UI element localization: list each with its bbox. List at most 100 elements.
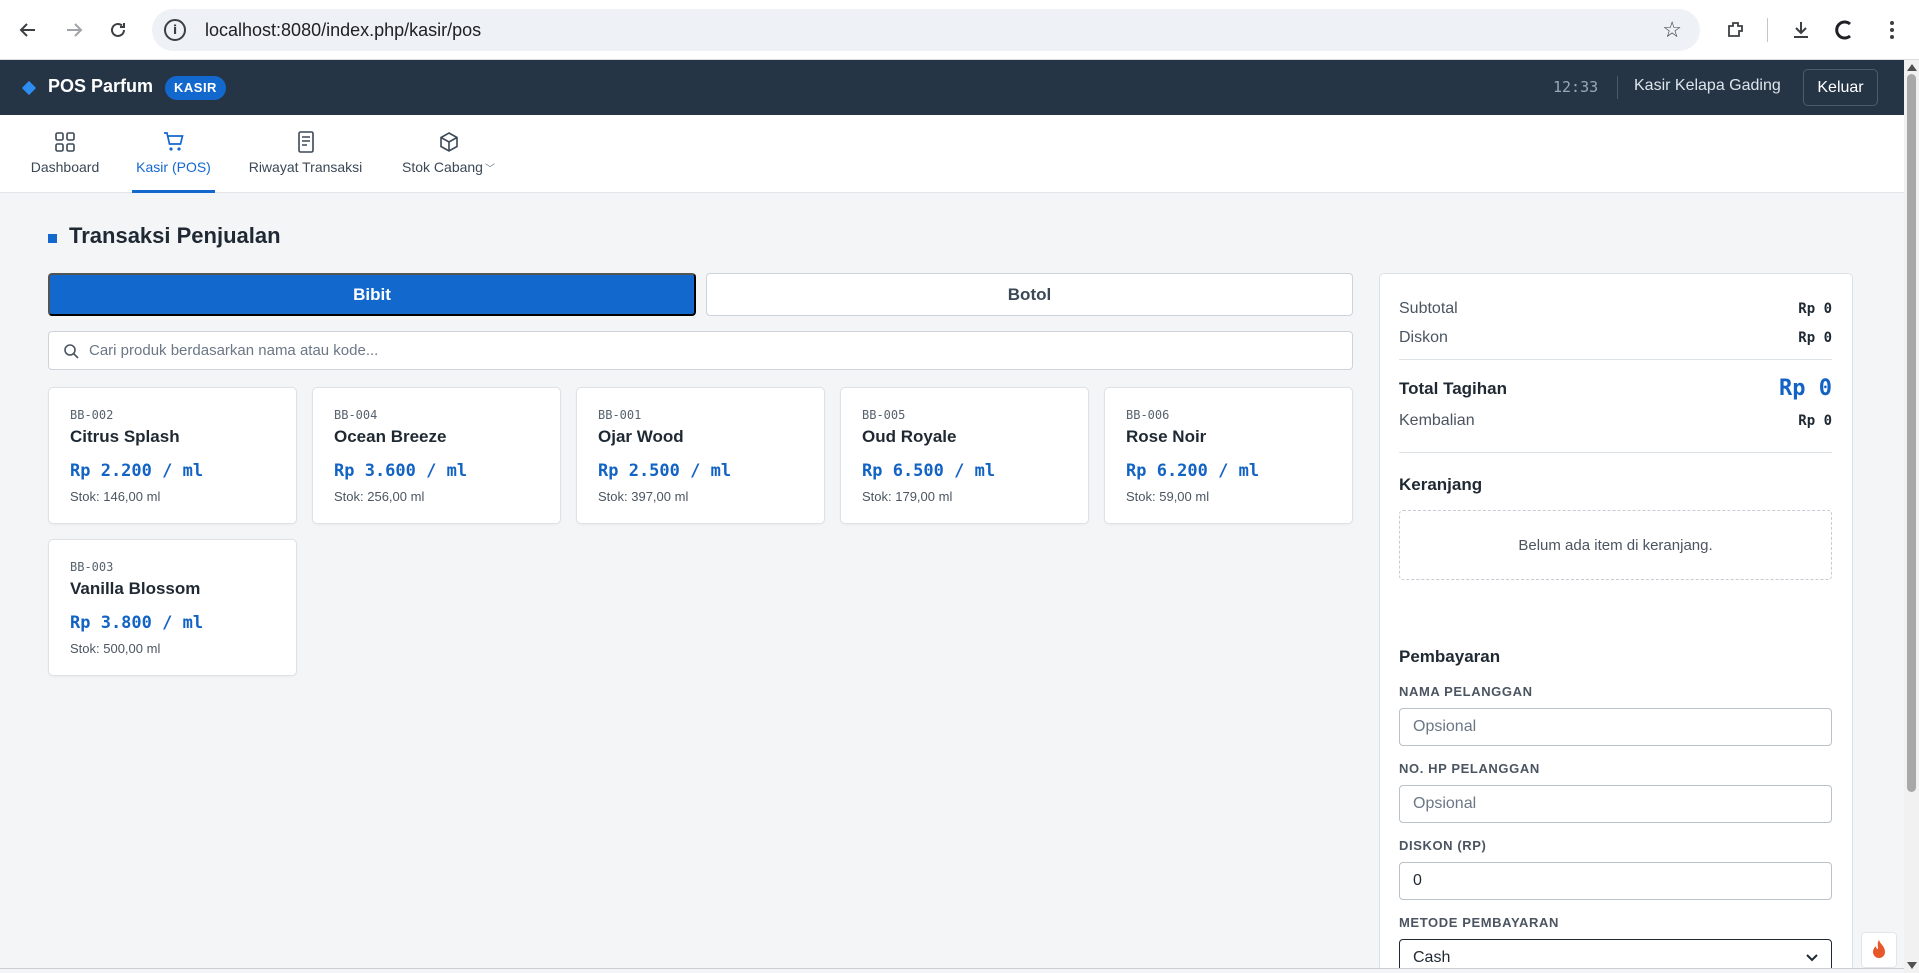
product-name: Vanilla Blossom (70, 579, 201, 598)
change-value: Rp 0 (1798, 413, 1832, 429)
tab-label-wrap: Stok Cabang ﹀ (402, 159, 495, 175)
total-label: Total Tagihan (1399, 378, 1507, 398)
product-card[interactable]: BB-001 Ojar Wood Rp 2.500 / ml Stok: 397… (576, 387, 825, 524)
tab-label: Kasir (POS) (136, 159, 211, 175)
address-bar[interactable]: i localhost:8080/index.php/kasir/pos ☆ (152, 9, 1700, 51)
product-code: BB-005 (862, 408, 906, 422)
product-name: Ocean Breeze (334, 427, 447, 446)
product-code: BB-004 (334, 408, 378, 422)
payment-method-label: METODE PEMBAYARAN (1399, 915, 1559, 930)
discount-value: Rp 0 (1798, 330, 1832, 346)
receipt-icon (297, 130, 315, 154)
payment-title: Pembayaran (1399, 647, 1501, 666)
box-icon (438, 130, 460, 154)
product-card[interactable]: BB-004 Ocean Breeze Rp 3.600 / ml Stok: … (312, 387, 561, 524)
product-stock: Stok: 256,00 ml (334, 489, 425, 504)
logout-button[interactable]: Keluar (1803, 69, 1878, 106)
product-card[interactable]: BB-006 Rose Noir Rp 6.200 / ml Stok: 59,… (1104, 387, 1353, 524)
toolbar-separator (1767, 18, 1768, 42)
cart-title: Keranjang (1399, 475, 1483, 494)
tab-stok-cabang[interactable]: Stok Cabang ﹀ (399, 115, 498, 193)
product-price: Rp 3.800 / ml (70, 613, 204, 633)
cart-divider (1399, 452, 1832, 453)
page-scrollbar[interactable] (1904, 60, 1919, 973)
extensions-icon[interactable] (1718, 12, 1754, 48)
botol-tab-button[interactable]: Botol (706, 273, 1353, 316)
bibit-tab-button[interactable]: Bibit (48, 273, 696, 316)
browser-menu-icon[interactable] (1874, 12, 1910, 48)
product-stock: Stok: 500,00 ml (70, 641, 161, 656)
product-card[interactable]: BB-003 Vanilla Blossom Rp 3.800 / ml Sto… (48, 539, 297, 676)
customer-phone-field[interactable] (1399, 785, 1832, 823)
tab-label: Riwayat Transaksi (248, 159, 363, 175)
product-stock: Stok: 146,00 ml (70, 489, 161, 504)
subtotal-value: Rp 0 (1798, 301, 1832, 317)
bookmark-star-icon[interactable]: ☆ (1662, 17, 1682, 43)
change-row: Kembalian Rp 0 (1399, 412, 1832, 430)
grid-icon (54, 130, 76, 154)
product-price: Rp 2.500 / ml (598, 461, 732, 481)
product-card[interactable]: BB-005 Oud Royale Rp 6.500 / ml Stok: 17… (840, 387, 1089, 524)
flame-icon[interactable] (1861, 932, 1897, 968)
reload-icon[interactable] (100, 12, 136, 48)
browser-toolbar: i localhost:8080/index.php/kasir/pos ☆ (0, 0, 1919, 60)
customer-name-label: NAMA PELANGGAN (1399, 684, 1533, 699)
product-price: Rp 2.200 / ml (70, 461, 204, 481)
scroll-down-icon[interactable] (1907, 962, 1917, 969)
bottom-edge (0, 968, 1904, 973)
summary-divider (1399, 359, 1832, 360)
discount-label: Diskon (1399, 329, 1448, 346)
brand-title[interactable]: POS Parfum (48, 76, 153, 97)
site-info-icon[interactable]: i (164, 19, 186, 41)
clock: 12:33 (1553, 78, 1599, 96)
product-name: Oud Royale (862, 427, 957, 446)
scroll-up-icon[interactable] (1907, 64, 1917, 71)
product-name: Citrus Splash (70, 427, 180, 446)
tab-dashboard[interactable]: Dashboard (29, 115, 101, 193)
product-stock: Stok: 179,00 ml (862, 489, 953, 504)
cart-empty-state: Belum ada item di keranjang. (1399, 510, 1832, 580)
chevron-down-icon (1806, 949, 1818, 967)
product-name: Ojar Wood (598, 427, 684, 446)
tab-kasir-pos[interactable]: Kasir (POS) (132, 115, 215, 193)
search-input[interactable] (89, 342, 1289, 359)
discount-row: Diskon Rp 0 (1399, 329, 1832, 347)
tab-riwayat-transaksi[interactable]: Riwayat Transaksi (246, 115, 365, 193)
total-row: Total Tagihan Rp 0 (1399, 376, 1832, 401)
product-price: Rp 3.600 / ml (334, 461, 468, 481)
role-badge: KASIR (165, 76, 226, 100)
scroll-thumb[interactable] (1907, 74, 1916, 792)
app-header: POS Parfum KASIR 12:33 Kasir Kelapa Gadi… (0, 60, 1904, 115)
checkout-panel: Subtotal Rp 0 Diskon Rp 0 Total Tagihan … (1379, 273, 1853, 973)
chevron-down-icon: ﹀ (484, 164, 495, 175)
product-search (48, 331, 1353, 370)
back-icon[interactable] (10, 12, 46, 48)
tab-label: Stok Cabang (402, 159, 483, 175)
profile-icon[interactable] (1827, 12, 1863, 48)
branch-name: Kasir Kelapa Gading (1634, 77, 1781, 94)
brand-logo-icon (21, 80, 37, 96)
forward-icon[interactable] (56, 12, 92, 48)
url-text: localhost:8080/index.php/kasir/pos (205, 19, 482, 40)
product-name: Rose Noir (1126, 427, 1207, 446)
product-stock: Stok: 397,00 ml (598, 489, 689, 504)
search-icon (63, 342, 81, 360)
product-code: BB-001 (598, 408, 642, 422)
product-code: BB-002 (70, 408, 114, 422)
total-value: Rp 0 (1779, 376, 1832, 401)
download-icon[interactable] (1783, 12, 1819, 48)
subtotal-row: Subtotal Rp 0 (1399, 300, 1832, 318)
product-price: Rp 6.500 / ml (862, 461, 996, 481)
cart-empty-text: Belum ada item di keranjang. (1518, 536, 1713, 554)
product-card[interactable]: BB-002 Citrus Splash Rp 2.200 / ml Stok:… (48, 387, 297, 524)
cart-icon (163, 130, 185, 154)
product-price: Rp 6.200 / ml (1126, 461, 1260, 481)
header-separator (1617, 76, 1618, 99)
discount-field-label: DISKON (RP) (1399, 838, 1487, 853)
change-label: Kembalian (1399, 412, 1475, 429)
discount-field[interactable] (1399, 862, 1832, 900)
tab-label: Dashboard (30, 159, 100, 175)
product-code: BB-006 (1126, 408, 1170, 422)
main-nav: Dashboard Kasir (POS) Riwayat Transaksi … (0, 115, 1904, 193)
customer-name-field[interactable] (1399, 708, 1832, 746)
